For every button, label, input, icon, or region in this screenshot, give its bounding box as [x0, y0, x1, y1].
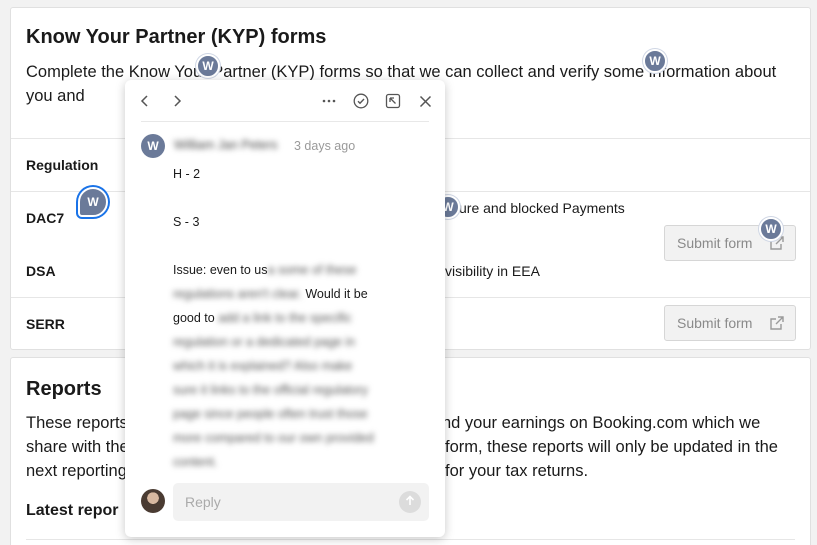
comment-pin-active[interactable]: W — [78, 187, 108, 217]
latest-reports-label: Latest repor — [26, 502, 119, 519]
check-circle-icon[interactable] — [351, 91, 371, 111]
avatar: W — [141, 134, 165, 158]
comment-text-blurred: add a link to the specific — [218, 311, 352, 325]
comment-text-blurred: content. — [173, 455, 218, 469]
reports-line-2-right: form, these reports will only be updated… — [445, 438, 778, 456]
row-text-dac7: sure and blocked Payments — [452, 200, 625, 216]
comment-text-blurred: sure it links to the official regulatory — [173, 383, 369, 397]
row-label-dsa: DSA — [26, 263, 56, 279]
comment-pin[interactable]: W — [643, 49, 667, 73]
submit-form-label: Submit form — [677, 315, 753, 331]
submit-form-label: Submit form — [677, 235, 753, 251]
comment-text-blurred: page since people often trust those — [173, 407, 368, 421]
comment-line: Issue: even to usa some of these — [173, 263, 356, 277]
comment-thread-popup: W William Jan Peters 3 days ago H - 2 S … — [125, 80, 445, 537]
divider — [141, 121, 429, 122]
reply-box — [173, 483, 429, 521]
avatar — [141, 489, 165, 513]
reports-title: Reports — [26, 378, 102, 400]
kyp-title: Know Your Partner (KYP) forms — [26, 26, 327, 48]
send-button[interactable] — [399, 491, 421, 513]
chevron-left-icon[interactable] — [135, 91, 155, 111]
comment-text-blurred: a some of these — [267, 263, 357, 277]
comment-text-blurred: regulation or a dedicated page in — [173, 335, 356, 349]
row-label-dac7: DAC7 — [26, 210, 65, 226]
row-label-serr: SERR — [26, 316, 65, 332]
comment-text: Would it be — [305, 287, 368, 301]
divider — [26, 539, 795, 540]
regulation-header: Regulation — [26, 157, 99, 173]
close-icon[interactable] — [415, 91, 435, 111]
chevron-right-icon[interactable] — [167, 91, 187, 111]
expand-icon[interactable] — [383, 91, 403, 111]
comment-text-blurred: regulations aren't clear. — [173, 287, 302, 301]
more-icon[interactable] — [319, 91, 339, 111]
comment-line: S - 3 — [173, 215, 200, 229]
comment-timestamp: 3 days ago — [294, 139, 356, 153]
reply-input[interactable] — [173, 483, 393, 521]
comment-pin[interactable]: W — [196, 54, 220, 78]
reports-line-3-right: for your tax returns. — [445, 462, 589, 480]
comment-line: regulations aren't clear. Would it be — [173, 287, 368, 301]
row-text-dsa: visibility in EEA — [445, 263, 540, 279]
submit-form-button-serr[interactable]: Submit form — [664, 305, 796, 341]
comment-text: good to — [173, 311, 215, 325]
comment-pin[interactable]: W — [759, 217, 783, 241]
author-name: William Jan Peters — [174, 138, 278, 152]
comment-text: Issue: even to us — [173, 263, 268, 277]
comment-text-blurred: more compared to our own provided — [173, 431, 374, 445]
reports-line-1-right: nd your earnings on Booking.com which we — [442, 414, 761, 432]
comment-line: H - 2 — [173, 167, 201, 181]
external-link-icon — [769, 315, 785, 334]
comment-line: good to add a link to the specific — [173, 311, 352, 325]
comment-text-blurred: which it is explained? Also make — [173, 359, 353, 373]
arrow-up-icon — [405, 493, 415, 511]
